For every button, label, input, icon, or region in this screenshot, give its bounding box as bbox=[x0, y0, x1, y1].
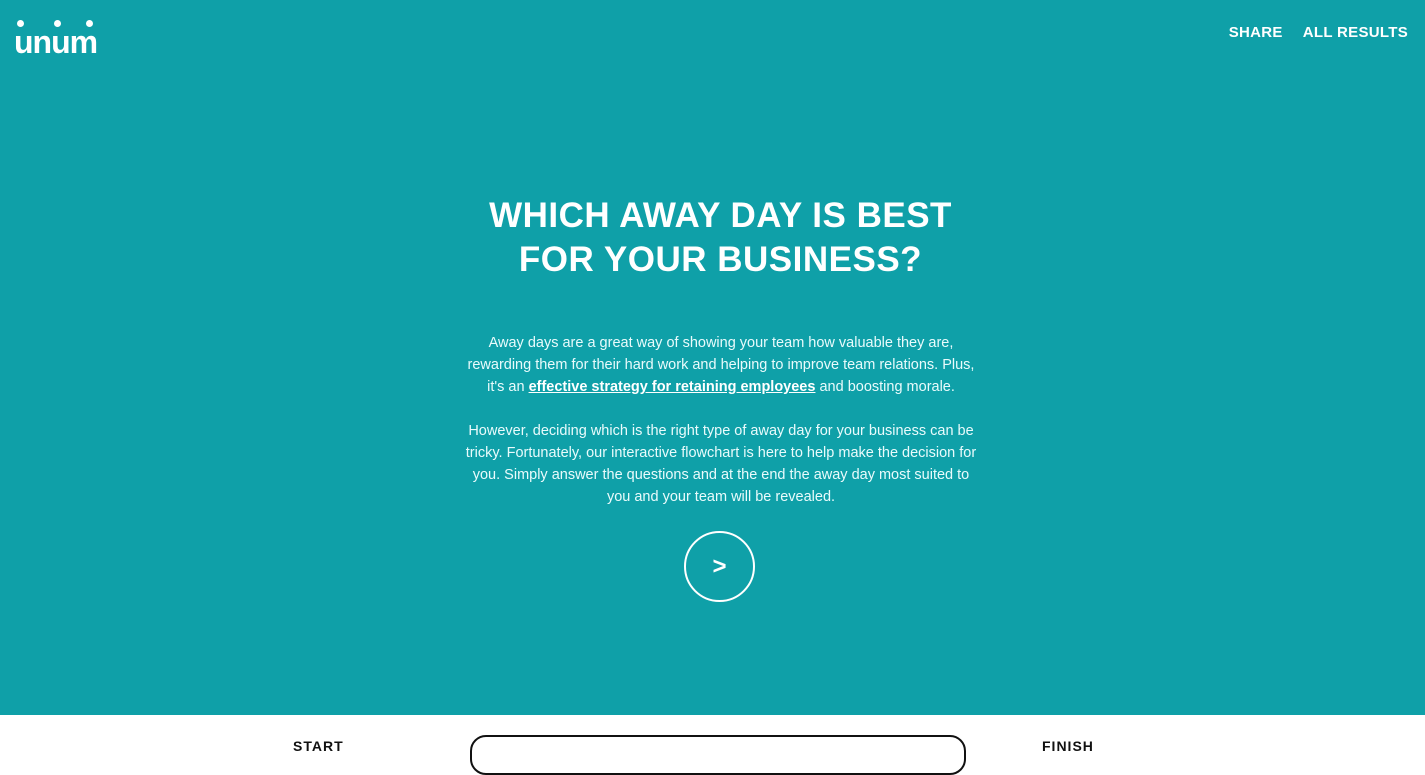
intro-paragraph-2: However, deciding which is the right typ… bbox=[465, 423, 977, 505]
intro-paragraph-1: Away days are a great way of showing you… bbox=[462, 332, 980, 398]
logo-wordmark: unum bbox=[14, 24, 98, 60]
page-title: WHICH AWAY DAY IS BEST FOR YOUR BUSINESS… bbox=[0, 194, 1425, 282]
hero-section: unum SHARE ALL RESULTS WHICH AWAY DAY IS… bbox=[0, 0, 1425, 715]
logo-dot-2 bbox=[54, 20, 61, 27]
progress-track bbox=[470, 735, 966, 775]
progress-bar-section: START FINISH bbox=[0, 715, 1425, 775]
progress-finish-label: FINISH bbox=[1042, 738, 1094, 754]
logo-dot-3 bbox=[86, 20, 93, 27]
page-title-line-2: FOR YOUR BUSINESS? bbox=[518, 240, 923, 279]
page-title-line-1: WHICH AWAY DAY IS BEST bbox=[489, 196, 952, 235]
all-results-link[interactable]: ALL RESULTS bbox=[1303, 24, 1408, 41]
progress-start-label: START bbox=[293, 738, 344, 754]
logo-dot-1 bbox=[17, 20, 24, 27]
unum-logo[interactable]: unum bbox=[14, 20, 114, 60]
share-link[interactable]: SHARE bbox=[1229, 24, 1283, 41]
next-button[interactable]: > bbox=[684, 531, 755, 602]
top-nav: SHARE ALL RESULTS bbox=[1229, 24, 1408, 41]
intro-text: Away days are a great way of showing you… bbox=[462, 332, 980, 530]
retaining-employees-link[interactable]: effective strategy for retaining employe… bbox=[529, 379, 816, 395]
intro-p1-tail: and boosting morale. bbox=[815, 379, 955, 395]
